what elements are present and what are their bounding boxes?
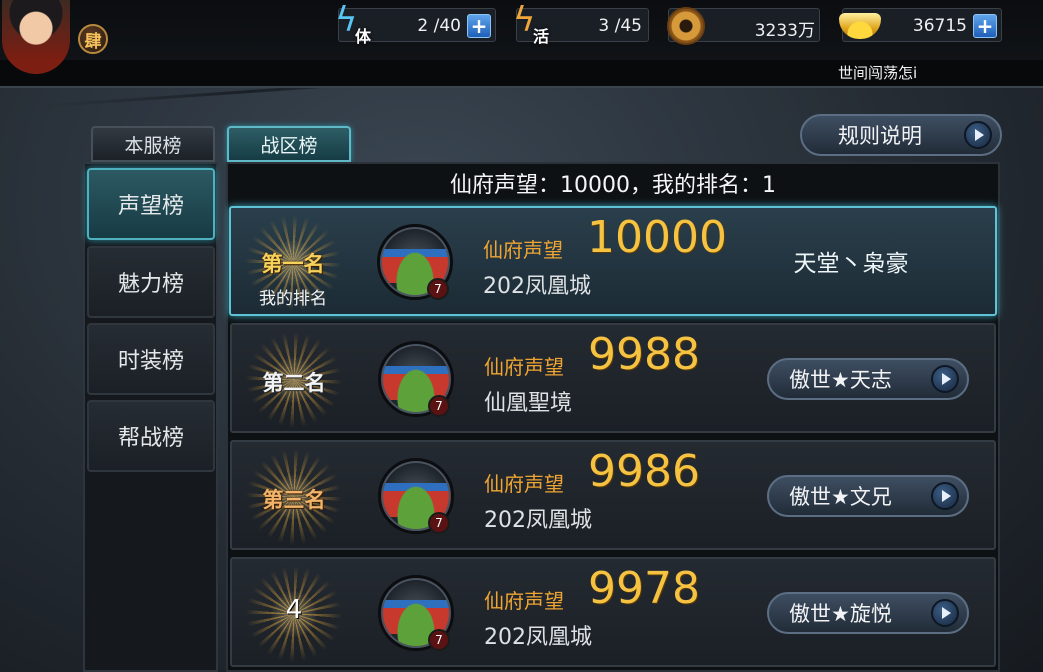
ranking-row-2: 第二名 7 仙府声望 9988 仙凰聖境 傲世★天志: [230, 323, 996, 433]
player-name-button[interactable]: 傲世★旋悦: [767, 592, 969, 634]
vitality-label: 活: [533, 27, 550, 46]
top-bar: 肆 ϟ 体 2 /40 + ϟ 活 3 /45 3233万 36715 + 世间…: [0, 0, 1043, 88]
reputation-value: 9988: [588, 329, 700, 380]
copper-value: 3233万: [754, 21, 815, 41]
palace-level-badge: 7: [427, 278, 449, 300]
ranking-row-3: 第三名 7 仙府声望 9986 202凤凰城 傲世★文兄: [230, 440, 996, 550]
ranking-category-sidebar: 声望榜 魅力榜 时装榜 帮战榜: [83, 162, 218, 672]
rank-label: 第三名: [262, 488, 326, 512]
server-name: 202凤凰城: [484, 508, 592, 533]
server-name: 202凤凰城: [484, 625, 592, 650]
add-stamina-button[interactable]: +: [467, 14, 491, 38]
sidebar-item-charm[interactable]: 魅力榜: [87, 246, 215, 318]
reputation-value: 9986: [588, 446, 700, 497]
play-arrow-icon: [964, 121, 992, 149]
rank-label: 第一名: [261, 252, 325, 276]
play-arrow-icon: [931, 365, 959, 393]
rank-label: 第二名: [262, 371, 326, 395]
reputation-label: 仙府声望: [484, 472, 564, 496]
add-gold-button[interactable]: +: [973, 14, 997, 38]
ranking-row-1[interactable]: 第一名 我的排名 7 仙府声望 10000 202凤凰城 天堂丶枭豪: [229, 206, 997, 316]
stamina-label: 体: [355, 27, 372, 46]
player-name-button[interactable]: 傲世★文兄: [767, 475, 969, 517]
play-arrow-icon: [931, 482, 959, 510]
rank-label: 4: [285, 595, 303, 625]
rules-button-label: 规则说明: [838, 124, 922, 148]
scrolling-announcement: 世间闯荡怎i: [838, 64, 918, 82]
rules-button[interactable]: 规则说明: [800, 114, 1002, 156]
copper-coin-icon: [667, 7, 705, 45]
play-arrow-icon: [931, 599, 959, 627]
player-name: 傲世★文兄: [789, 485, 892, 509]
player-name: 傲世★天志: [789, 368, 892, 392]
sidebar-item-guild-war[interactable]: 帮战榜: [87, 400, 215, 472]
reputation-label: 仙府声望: [484, 589, 564, 613]
gold-value: 36715: [912, 16, 967, 36]
vitality-display: ϟ 活 3 /45: [513, 3, 649, 46]
stamina-display: ϟ 体 2 /40 +: [335, 3, 496, 46]
server-name: 202凤凰城: [483, 274, 591, 299]
palace-level-badge: 7: [428, 512, 450, 534]
reputation-label: 仙府声望: [484, 355, 564, 379]
sidebar-item-fashion[interactable]: 时装榜: [87, 323, 215, 395]
player-name-button[interactable]: 傲世★天志: [767, 358, 969, 400]
sidebar-item-reputation[interactable]: 声望榜: [87, 168, 215, 240]
my-rank-label: 我的排名: [259, 289, 327, 309]
gold-ingot-icon: [839, 13, 881, 39]
player-name: 天堂丶枭豪: [793, 251, 909, 277]
ranking-row-4: 4 7 仙府声望 9978 202凤凰城 傲世★旋悦: [230, 557, 996, 667]
gold-display: 36715 +: [839, 8, 1002, 42]
palace-level-badge: 7: [428, 629, 450, 651]
copper-display: 3233万: [667, 7, 820, 45]
tab-server-ranking[interactable]: 本服榜: [91, 126, 215, 162]
reputation-label: 仙府声望: [483, 238, 563, 262]
server-name: 仙凰聖境: [484, 391, 573, 416]
vitality-value: 3 /45: [598, 16, 642, 36]
vip-badge[interactable]: 肆: [78, 24, 108, 54]
palace-level-badge: 7: [428, 395, 450, 417]
reputation-value: 9978: [588, 563, 700, 614]
player-name: 傲世★旋悦: [789, 602, 892, 626]
my-rank-summary: 仙府声望：10000，我的排名：1: [450, 173, 776, 198]
reputation-value: 10000: [587, 212, 727, 263]
player-avatar[interactable]: [2, 0, 70, 74]
tab-zone-ranking[interactable]: 战区榜: [227, 126, 351, 162]
stamina-value: 2 /40: [417, 16, 461, 36]
